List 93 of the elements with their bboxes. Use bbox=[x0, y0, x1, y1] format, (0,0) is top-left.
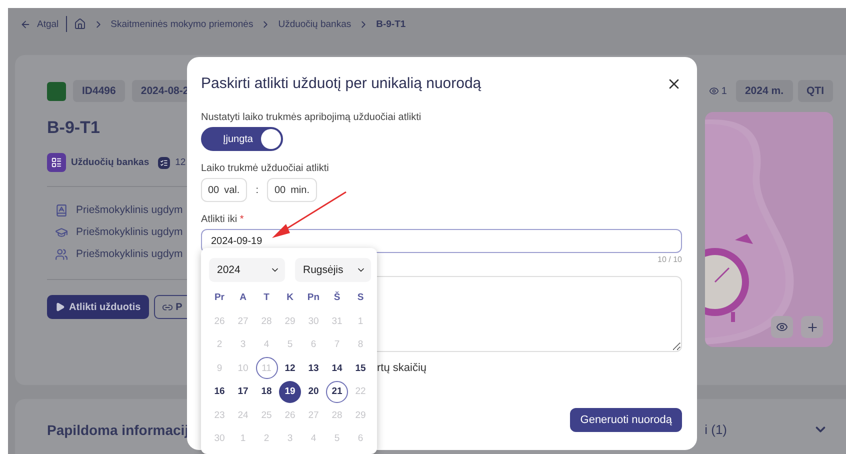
calendar-day[interactable]: 13 bbox=[302, 357, 324, 380]
resource-title: B-9-T1 bbox=[47, 118, 101, 138]
info-chip: ID4496 bbox=[73, 80, 125, 102]
calendar-day[interactable]: 8 bbox=[350, 334, 372, 356]
calendar-day[interactable]: 27 bbox=[232, 310, 254, 332]
task-count: 12 bbox=[175, 157, 186, 168]
calendar-day[interactable]: 28 bbox=[326, 404, 348, 426]
calendar-day[interactable]: 11 bbox=[256, 357, 278, 380]
calendar-day[interactable]: 5 bbox=[279, 334, 301, 356]
calendar-day[interactable]: 2 bbox=[256, 428, 278, 450]
home-icon[interactable] bbox=[74, 18, 86, 30]
field-label: rtų skaičių bbox=[377, 362, 428, 374]
people-icon bbox=[55, 248, 68, 260]
bank-icon bbox=[47, 153, 66, 172]
plus-icon bbox=[806, 320, 818, 334]
calendar-day[interactable]: 24 bbox=[232, 404, 254, 426]
time-separator: : bbox=[256, 184, 258, 196]
hours-field[interactable]: 00 val. bbox=[201, 178, 247, 202]
section-title: Papildoma informacij bbox=[47, 422, 189, 440]
field-label: Nustatyti laiko trukmės apribojimą užduočiai atlikti bbox=[201, 112, 422, 123]
calendar-day[interactable]: 7 bbox=[326, 334, 348, 356]
source-label: Užduočių bankas bbox=[71, 157, 150, 168]
tasks-icon bbox=[158, 156, 170, 168]
calendar-day[interactable]: 17 bbox=[232, 380, 254, 403]
calendar-day[interactable]: 9 bbox=[208, 357, 230, 380]
calendar-day[interactable]: 15 bbox=[350, 357, 372, 380]
weekday-label: A bbox=[238, 291, 248, 306]
minutes-field[interactable]: 00 min. bbox=[267, 178, 316, 202]
month-select[interactable]: Rugsėjis bbox=[295, 258, 371, 282]
calendar-day[interactable]: 21 bbox=[326, 380, 348, 403]
cap-icon bbox=[55, 226, 68, 238]
preview-button[interactable] bbox=[771, 316, 793, 338]
calendar-day[interactable]: 4 bbox=[256, 334, 278, 356]
start-task-button[interactable]: Atlikti užduotis bbox=[47, 295, 149, 319]
play-icon bbox=[55, 302, 65, 312]
calendar-day[interactable]: 2 bbox=[208, 334, 230, 356]
field-label: Atlikti iki * bbox=[201, 214, 245, 225]
calendar-day[interactable]: 20 bbox=[302, 380, 324, 403]
due-date-field[interactable]: 2024-09-19 bbox=[201, 229, 682, 253]
calendar-day[interactable]: 4 bbox=[302, 428, 324, 450]
calendar-day[interactable]: 27 bbox=[302, 404, 324, 426]
calendar-day[interactable]: 30 bbox=[208, 428, 230, 450]
breadcrumb-link[interactable]: Užduočių bankas bbox=[278, 18, 352, 30]
weekday-label: T bbox=[262, 291, 270, 306]
detail-text: Priešmokyklinis ugdym bbox=[76, 226, 183, 238]
book-icon bbox=[55, 204, 68, 216]
generate-link-button[interactable]: Generuoti nuorodą bbox=[570, 408, 682, 432]
detail-text: Priešmokyklinis ugdym bbox=[76, 204, 183, 216]
calendar-day[interactable]: 5 bbox=[326, 428, 348, 450]
char-counter: 10 / 10 bbox=[658, 255, 682, 264]
weekday-label: K bbox=[286, 291, 294, 306]
field-label: Laiko trukmė užduočiai atlikti bbox=[201, 163, 330, 174]
calendar-day[interactable]: 28 bbox=[256, 310, 278, 332]
calendar-day[interactable]: 3 bbox=[279, 428, 301, 450]
weekday-label: Š bbox=[332, 290, 342, 306]
detail-text: Priešmokyklinis ugdym bbox=[76, 248, 183, 260]
weekday-label: Pr bbox=[213, 291, 226, 306]
back-arrow-icon bbox=[20, 18, 31, 30]
eye-icon bbox=[776, 321, 788, 333]
calendar-day[interactable]: 1 bbox=[232, 428, 254, 450]
year-chip: 2024 m. bbox=[736, 80, 792, 102]
calendar-day[interactable]: 10 bbox=[232, 357, 254, 380]
year-select[interactable]: 2024 bbox=[209, 258, 285, 282]
calendar-day[interactable]: 19 bbox=[279, 380, 301, 403]
calendar-day[interactable]: 31 bbox=[326, 310, 348, 332]
calendar-day[interactable]: 3 bbox=[232, 334, 254, 356]
logo-icon bbox=[47, 82, 66, 100]
calendar-day[interactable]: 29 bbox=[279, 310, 301, 332]
calendar-day[interactable]: 14 bbox=[326, 357, 348, 380]
calendar-day[interactable]: 26 bbox=[208, 310, 230, 332]
calendar-day[interactable]: 23 bbox=[208, 404, 230, 426]
calendar-day[interactable]: 1 bbox=[350, 310, 372, 332]
calendar-day[interactable]: 22 bbox=[350, 380, 372, 403]
breadcrumb-link[interactable]: B-9-T1 bbox=[376, 18, 406, 30]
breadcrumb-link[interactable]: Skaitmeninės mokymo priemonės bbox=[110, 18, 254, 30]
format-chip: QTI bbox=[798, 80, 833, 102]
back-link[interactable]: Atgal bbox=[20, 18, 59, 30]
calendar-day[interactable]: 26 bbox=[279, 404, 301, 426]
section-toggle[interactable]: i (1) bbox=[704, 422, 828, 454]
weekday-label: Pn bbox=[306, 291, 321, 306]
calendar-day[interactable]: 18 bbox=[256, 380, 278, 403]
calendar-day[interactable]: 16 bbox=[208, 380, 230, 403]
calendar-day[interactable]: 6 bbox=[302, 334, 324, 356]
modal-title: Paskirti atlikti užduotį per unikalią nuorodą bbox=[201, 75, 482, 92]
calendar-day[interactable]: 6 bbox=[350, 428, 372, 450]
time-limit-toggle[interactable]: Įjungta bbox=[201, 127, 283, 151]
calendar-day[interactable]: 12 bbox=[279, 357, 301, 380]
add-button[interactable] bbox=[801, 316, 823, 338]
calendar-day[interactable]: 25 bbox=[256, 404, 278, 426]
weekday-label: S bbox=[356, 291, 365, 306]
views-count: 1 bbox=[709, 86, 727, 96]
calendar-day[interactable]: 29 bbox=[350, 404, 372, 426]
calendar-day[interactable]: 30 bbox=[302, 310, 324, 332]
